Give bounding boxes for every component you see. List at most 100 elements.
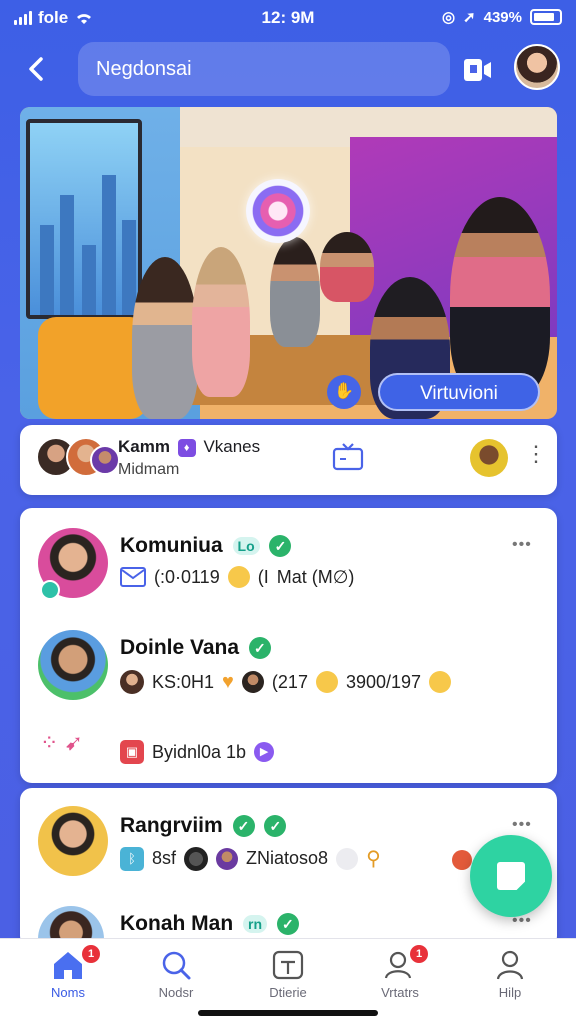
- scene-building: [40, 225, 54, 315]
- gift-icon[interactable]: ▣: [120, 740, 144, 764]
- tv-icon: [272, 950, 304, 980]
- post-meta-1: (:0·0119: [154, 566, 220, 587]
- mini-avatar: [241, 671, 264, 693]
- tab-label: Dtierie: [269, 985, 307, 1000]
- verified-icon: ✓: [269, 535, 292, 558]
- verified-icon: ✓: [248, 637, 271, 660]
- post-author-row: Rangrviim ✓ ✓: [120, 814, 287, 838]
- post-meta-row: ᛒ 8sf ZNiatoso8 ⚲: [120, 846, 381, 871]
- tab-label: Hilp: [498, 985, 522, 1000]
- confetti-icon: ⁘ ➹: [40, 730, 83, 755]
- more-icon[interactable]: ⋮: [525, 443, 547, 465]
- mini-avatar: [216, 847, 239, 870]
- post-secondary-text: Byidnl0a 1b: [152, 741, 247, 762]
- live-indicator-icon: [246, 179, 310, 243]
- mail-icon[interactable]: [120, 566, 146, 588]
- host-subtitle: Vkanes: [203, 437, 261, 456]
- scene-person: [450, 197, 550, 397]
- join-button[interactable]: Virtuvioni: [378, 373, 540, 411]
- notification-badge: 1: [82, 945, 100, 963]
- post-meta-2: (217: [271, 671, 308, 692]
- pin-icon[interactable]: ⚲: [366, 846, 381, 871]
- scene-person: [270, 237, 320, 347]
- user-avatar[interactable]: [38, 630, 108, 700]
- battery-icon: [530, 9, 562, 25]
- post-author-row: Komuniua Lo ✓: [120, 534, 292, 558]
- verified-icon: ✓: [276, 913, 299, 936]
- viewer-avatar[interactable]: [470, 439, 508, 477]
- top-bar: Negdonsai: [0, 42, 576, 98]
- status-right: ◎ ➚ 439%: [442, 8, 562, 26]
- scene-building: [82, 245, 96, 315]
- play-icon[interactable]: ▶: [254, 742, 275, 762]
- verified-icon: ✓: [232, 815, 255, 838]
- online-status-icon: [40, 580, 60, 600]
- post-author: Komuniua: [120, 534, 223, 557]
- location-icon: ➚: [463, 9, 476, 26]
- post-meta-3: Mat (M∅): [276, 566, 355, 587]
- mini-avatar: [120, 670, 144, 694]
- status-bar: fole 12: 9M ◎ ➚ 439%: [0, 0, 576, 36]
- post-author-row: Doinle Vana ✓: [120, 636, 271, 660]
- home-indicator[interactable]: [198, 1010, 378, 1016]
- live-participants-strip[interactable]: Kamm ♦ Vkanes Midmam ⋮: [20, 425, 557, 495]
- tab-visitors[interactable]: Vrtatrs 1: [360, 945, 440, 1000]
- emoji-icon: [429, 671, 452, 693]
- feed-card: Komuniua Lo ✓ ••• (:0·0119 (I Mat (M∅) D…: [20, 508, 557, 783]
- post-meta-row: KS:0H1 ♥ (217 3900/197: [120, 670, 452, 694]
- scene-person: [132, 257, 198, 419]
- tab-label: Nodsr: [158, 985, 194, 1000]
- tab-help[interactable]: Hilp: [470, 949, 550, 1000]
- live-video-preview[interactable]: ✋ Virtuvioni: [20, 107, 557, 419]
- tab-stories[interactable]: Dtierie: [248, 949, 328, 1000]
- scene-person: [192, 247, 250, 397]
- battery-percent: 439%: [483, 8, 522, 26]
- scene-building: [122, 220, 136, 315]
- emoji-icon: [227, 566, 250, 588]
- tv-icon[interactable]: [332, 442, 364, 472]
- hand-raise-icon[interactable]: ✋: [327, 375, 361, 409]
- bluetooth-icon[interactable]: ᛒ: [120, 846, 144, 871]
- reaction-icon[interactable]: [452, 850, 472, 870]
- alarm-icon: ◎: [441, 9, 456, 26]
- notification-badge: 1: [410, 945, 428, 963]
- author-tag: rn: [243, 915, 268, 934]
- post-meta-2: (I: [257, 566, 269, 587]
- post-author: Doinle Vana: [120, 636, 240, 659]
- search-icon: [162, 951, 191, 980]
- post-author: Rangrviim: [120, 814, 223, 837]
- scene-person: [320, 232, 374, 302]
- more-icon[interactable]: •••: [512, 536, 532, 554]
- post-meta-1: KS:0H1: [152, 671, 215, 692]
- tab-label: Vrtatrs: [381, 985, 419, 1000]
- home-icon: [54, 952, 82, 979]
- profile-avatar[interactable]: [514, 44, 560, 90]
- more-icon[interactable]: •••: [512, 816, 532, 834]
- emoji-icon: [315, 671, 338, 693]
- channel-title-field[interactable]: Negdonsai: [78, 42, 450, 96]
- back-icon[interactable]: [22, 54, 56, 88]
- strip-second-line: Midmam: [118, 461, 180, 478]
- author-tag: Lo: [232, 537, 260, 556]
- user-avatar[interactable]: [38, 806, 108, 876]
- post-meta-2: ZNiatoso8: [246, 848, 329, 868]
- post-meta-row: (:0·0119 (I Mat (M∅): [120, 566, 354, 588]
- heart-icon[interactable]: ♥: [222, 671, 234, 694]
- post-author: Konah Man: [120, 912, 234, 935]
- post-author-row: Konah Man rn ✓: [120, 912, 299, 936]
- post-meta-1: 8sf: [152, 848, 177, 868]
- participant-avatar: [90, 445, 120, 475]
- verified-icon: ✓: [264, 815, 287, 838]
- record-icon: [184, 846, 209, 871]
- host-badge-icon: ♦: [177, 438, 196, 457]
- tab-home[interactable]: Noms 1: [28, 945, 108, 1000]
- host-name: Kamm: [118, 437, 170, 456]
- scene-building: [102, 175, 116, 315]
- tab-label: Noms: [51, 985, 85, 1000]
- picture-in-picture-icon[interactable]: [462, 56, 494, 84]
- tab-search[interactable]: Nodsr: [136, 949, 216, 1000]
- scene-building: [60, 195, 74, 315]
- channel-title: Negdonsai: [96, 58, 192, 80]
- compose-button[interactable]: [470, 835, 552, 917]
- post-secondary-row: ▣ Byidnl0a 1b ▶: [120, 740, 275, 764]
